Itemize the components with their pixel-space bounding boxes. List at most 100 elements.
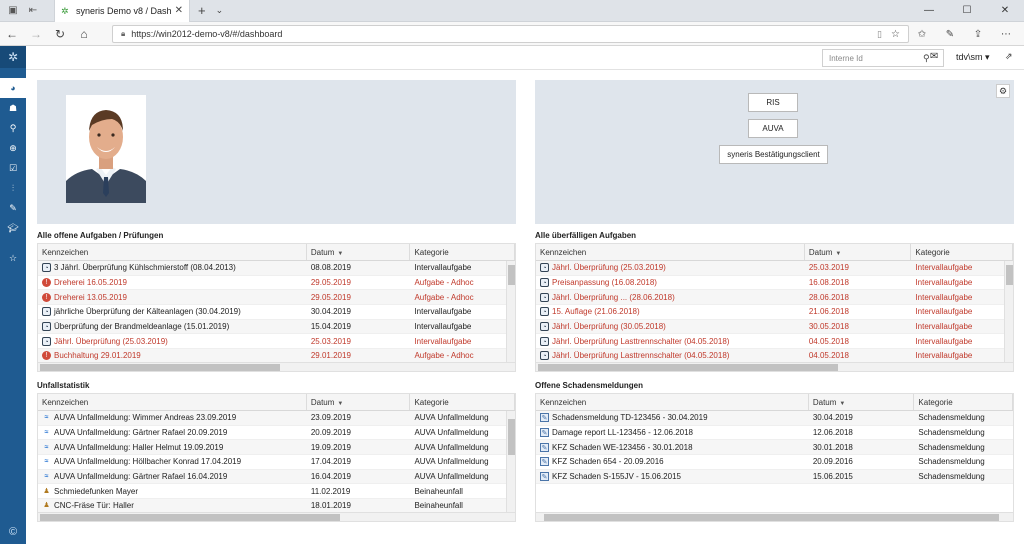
internal-id-input[interactable]	[823, 53, 923, 63]
table-row[interactable]: ≈ AUVA Unfallmeldung: Höllbacher Konrad 1…	[38, 455, 515, 470]
cell-text: Damage report LL-123456 - 12.06.2018	[552, 428, 693, 438]
scroll-thumb[interactable]	[40, 514, 340, 521]
table-row[interactable]: ≈ AUVA Unfallmeldung: Gärtner Rafael 20.0…	[38, 426, 515, 441]
table-row[interactable]: ◔ Jährl. Überprüfung (25.03.2019) 25.03.20…	[38, 334, 515, 350]
copyright-icon[interactable]: ©	[0, 526, 26, 538]
table-row[interactable]: ◔ Jährl. Überprüfung ... (28.06.2018) 28.0…	[536, 290, 1013, 306]
horizontal-scrollbar[interactable]	[536, 362, 1013, 371]
column-header[interactable]: Datum ▼	[805, 244, 912, 260]
scroll-thumb[interactable]	[40, 364, 280, 371]
column-header[interactable]: Datum ▼	[809, 394, 915, 410]
table-row[interactable]: ◔ Preisanpassung (16.08.2018) 16.08.2018 In…	[536, 276, 1013, 291]
table-cell: ◔ Jährl. Überprüfung Lasttrennschalter (0…	[536, 336, 805, 346]
refresh-icon[interactable]: ↻	[48, 27, 72, 41]
sort-desc-icon[interactable]: ▼	[337, 401, 343, 407]
table-row[interactable]: ◔ Jährl. Überprüfung Lasttrennschalter (0…	[536, 334, 1013, 350]
new-tab-icon[interactable]: +	[198, 3, 206, 18]
table-row[interactable]: ✎ Schadensmeldung TD-123456 - 30.04.2019 3…	[536, 411, 1013, 426]
table-row[interactable]: ✎ KFZ Schaden S-155JV - 15.06.2015 15.06.2…	[536, 469, 1013, 485]
table-row[interactable]: ! Dreherei 16.05.2019 29.05.2019 Aufgabe - …	[38, 276, 515, 291]
sidebar-item-tasks[interactable]: ☑	[0, 158, 26, 178]
column-header[interactable]: Datum ▼	[307, 244, 411, 260]
favorite-star-icon[interactable]: ☆	[891, 29, 900, 40]
table-row[interactable]: ✎ KFZ Schaden WE-123456 - 30.01.2018 30.01…	[536, 440, 1013, 456]
column-header-label: Kennzeichen	[540, 248, 587, 257]
table-row[interactable]: ≈ AUVA Unfallmeldung: Haller Helmut 19.09…	[38, 440, 515, 456]
column-header[interactable]: Datum ▼	[307, 394, 411, 410]
task-icon: ◔	[540, 307, 549, 317]
user-menu[interactable]: tdv\sm ▾	[956, 52, 990, 63]
chevron-down-icon[interactable]: ⌄	[216, 5, 224, 16]
sidebar-item-dashboard[interactable]: ◕	[0, 78, 26, 98]
forward-icon[interactable]: →	[24, 27, 48, 41]
scroll-thumb[interactable]	[1006, 265, 1013, 285]
sidebar-item-favorites[interactable]: ☆	[0, 248, 26, 268]
more-icon[interactable]: ⋯	[992, 29, 1020, 40]
sidebar-item-workflow[interactable]: ⫶	[0, 178, 26, 198]
scroll-thumb[interactable]	[544, 514, 999, 521]
scroll-thumb[interactable]	[538, 364, 838, 371]
url-field[interactable]: 🔒︎ https://win2012-demo-v8/#/dashboard ▯…	[112, 25, 909, 43]
table-row[interactable]: ! Dreherei 13.05.2019 29.05.2019 Aufgabe - …	[38, 290, 515, 306]
gear-icon[interactable]: ⚙	[996, 84, 1010, 98]
column-header[interactable]: Kennzeichen	[536, 394, 809, 410]
table-row[interactable]: ◔ Jährl. Überprüfung (25.03.2019) 25.03.20…	[536, 261, 1013, 276]
cell-text: AUVA Unfallmeldung: Höllbacher Konrad 17…	[54, 457, 242, 467]
column-header[interactable]: Kategorie	[410, 244, 515, 260]
horizontal-scrollbar[interactable]	[38, 512, 515, 521]
horizontal-scrollbar[interactable]	[38, 362, 515, 371]
confirmation-client-button[interactable]: syneris Bestätigungsclient	[719, 145, 828, 164]
column-header[interactable]: Kategorie	[410, 394, 515, 410]
column-header[interactable]: Kategorie	[911, 244, 1013, 260]
column-header[interactable]: Kennzeichen	[536, 244, 805, 260]
sidebar-item-training[interactable]: 🎓︎	[0, 218, 26, 238]
table-row[interactable]: ◔ 15. Auflage (21.06.2018) 21.06.2018 Inter…	[536, 305, 1013, 320]
browser-tab[interactable]: ✲ syneris Demo v8 / Dash ✕	[54, 0, 190, 22]
vertical-scrollbar[interactable]	[506, 261, 515, 362]
favorites-icon[interactable]: ✩	[908, 29, 936, 40]
table-row[interactable]: ◔ Überprüfung der Brandmeldeanlage (15.01…	[38, 319, 515, 335]
sort-desc-icon[interactable]: ▼	[835, 251, 841, 257]
column-header[interactable]: Kennzeichen	[38, 244, 307, 260]
share-icon[interactable]: ⇪	[964, 29, 992, 40]
reading-view-icon[interactable]: ▯	[877, 29, 882, 40]
table-row[interactable]: ◔ Jährl. Überprüfung (30.05.2018) 30.05.20…	[536, 319, 1013, 335]
mail-icon[interactable]: ✉	[930, 51, 938, 62]
sidebar-item-organization[interactable]: ☗	[0, 98, 26, 118]
close-window-icon[interactable]: ✕	[986, 0, 1024, 22]
column-header[interactable]: Kennzeichen	[38, 394, 307, 410]
external-link-icon[interactable]: ⇗	[1005, 51, 1013, 62]
pen-icon[interactable]: ✎	[936, 29, 964, 40]
syneris-logo-icon[interactable]: ✲	[0, 46, 26, 68]
vertical-scrollbar[interactable]	[1004, 261, 1013, 362]
scroll-thumb[interactable]	[508, 419, 515, 455]
sidebar-item-search[interactable]: ⚲	[0, 118, 26, 138]
vertical-scrollbar[interactable]	[506, 411, 515, 512]
table-row[interactable]: ✎ Damage report LL-123456 - 12.06.2018 12.…	[536, 426, 1013, 441]
column-header[interactable]: Kategorie	[914, 394, 1013, 410]
maximize-icon[interactable]: ☐	[948, 0, 986, 22]
table-row[interactable]: ≈ AUVA Unfallmeldung: Gärtner Rafael 16.0…	[38, 469, 515, 485]
table-row[interactable]: ♟ Schmiedefunken Mayer 11.02.2019 Beinaheun…	[38, 484, 515, 500]
sidebar-item-edit[interactable]: ✎	[0, 198, 26, 218]
sort-desc-icon[interactable]: ▼	[839, 401, 845, 407]
table-row[interactable]: ✎ KFZ Schaden 654 - 20.09.2016 20.09.2016 S…	[536, 455, 1013, 470]
table-cell: 08.08.2019	[307, 263, 411, 272]
tab-actions-icon[interactable]: ▣	[6, 4, 20, 18]
table-row[interactable]: ◔ 3 Jährl. Überprüfung Kühlschmierstoff (…	[38, 261, 515, 276]
back-icon[interactable]: ←	[0, 27, 24, 41]
graduation-cap-icon: 🎓︎	[7, 222, 19, 233]
sort-desc-icon[interactable]: ▼	[337, 251, 343, 257]
table-row[interactable]: ◔ jährliche Überprüfung der Kälteanlagen …	[38, 305, 515, 320]
scroll-thumb[interactable]	[508, 265, 515, 285]
horizontal-scrollbar[interactable]	[536, 512, 1013, 521]
auva-button[interactable]: AUVA	[748, 119, 798, 138]
minimize-icon[interactable]: —	[910, 0, 948, 22]
back-tabs-icon[interactable]: ⇤	[26, 4, 40, 18]
close-tab-icon[interactable]: ✕	[175, 5, 183, 16]
sidebar-item-zoom[interactable]: ⊕	[0, 138, 26, 158]
table-row[interactable]: ≈ AUVA Unfallmeldung: Wimmer Andreas 23.0…	[38, 411, 515, 426]
search-icon[interactable]: ⚲	[923, 53, 930, 64]
ris-button[interactable]: RIS	[748, 93, 798, 112]
home-icon[interactable]: ⌂	[72, 27, 96, 41]
